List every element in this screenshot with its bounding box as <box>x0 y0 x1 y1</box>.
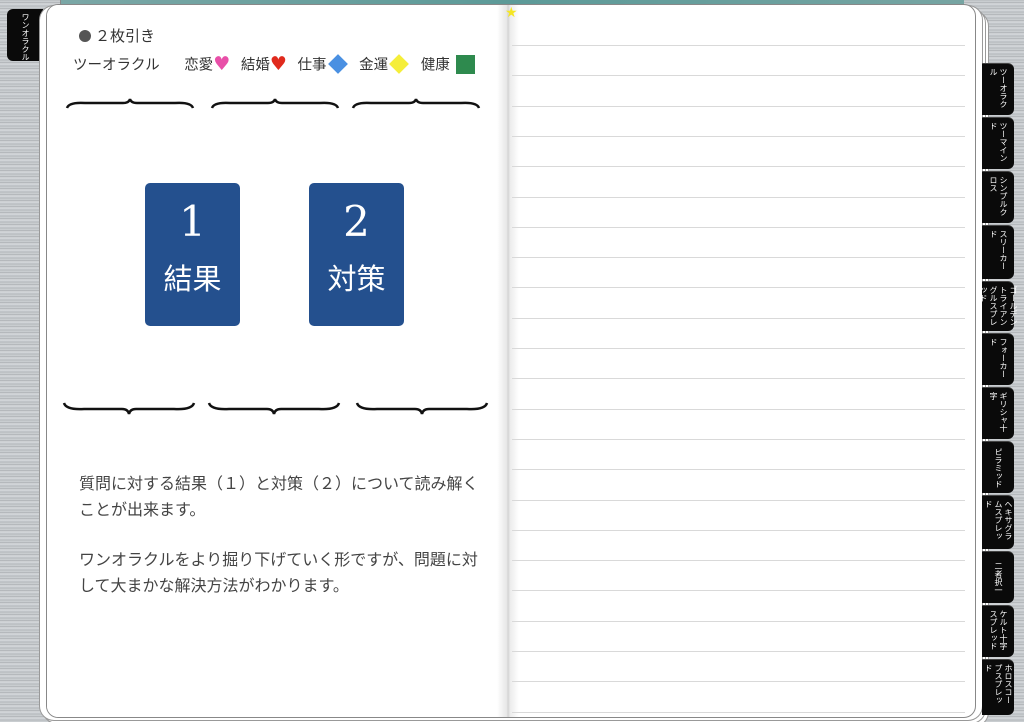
pink-heart-icon: ♥ <box>213 53 231 75</box>
ruled-line <box>512 560 965 561</box>
card-label: 対策 <box>327 262 386 296</box>
ruled-line <box>512 257 965 258</box>
description-paragraph: 質問に対する結果（１）と対策（２）について読み解くことが出来ます。 <box>79 474 479 519</box>
card-result[interactable]: 1 結果 <box>145 183 240 326</box>
bottom-brace-3 <box>355 402 489 415</box>
ruled-line <box>512 500 965 501</box>
card-label: 結果 <box>163 262 222 296</box>
bullet-icon <box>79 30 91 42</box>
ruled-line <box>512 106 965 107</box>
description: 質問に対する結果（１）と対策（２）について読み解くことが出来ます。 ワンオラクル… <box>79 471 479 623</box>
ruled-line <box>512 197 965 198</box>
ruled-line <box>512 712 965 713</box>
ruled-line <box>512 227 965 228</box>
ruled-line <box>512 469 965 470</box>
ruled-line <box>512 651 965 652</box>
ruled-line <box>512 681 965 682</box>
tab-item[interactable]: 二者択一 <box>982 551 1014 603</box>
description-paragraph: ワンオラクルをより掘り下げていく形ですが、問題に対して大まかな解決方法がわかりま… <box>79 550 478 595</box>
top-brace-1 <box>65 98 195 109</box>
ruled-line <box>512 166 965 167</box>
tab-one-oracle[interactable]: ワンオラクル <box>7 9 43 61</box>
ruled-line <box>512 348 965 349</box>
top-brace-2 <box>210 98 340 109</box>
spread-heading: ２枚引き <box>79 25 155 46</box>
category-legend: ツーオラクル 恋愛♥ 結婚♥ 仕事 金運 健康 <box>73 53 475 75</box>
tab-item[interactable]: フォーカード <box>982 333 1014 385</box>
card-number: 1 <box>179 197 206 246</box>
tab-item[interactable]: ケルト十字スプレッド <box>982 605 1014 657</box>
legend-work: 仕事 <box>297 57 327 74</box>
tab-item[interactable]: ホロスコープスプレッド <box>982 659 1014 715</box>
ruled-line <box>512 621 965 622</box>
ruled-line <box>512 287 965 288</box>
card-countermeasure[interactable]: 2 対策 <box>309 183 404 326</box>
right-ruled-page[interactable] <box>512 5 975 717</box>
ruled-line <box>512 45 965 46</box>
tab-item[interactable]: ゴールデントライアングルスプレッド <box>979 281 1018 331</box>
ruled-line <box>512 590 965 591</box>
legend-marriage: 結婚 <box>240 57 270 74</box>
tab-item[interactable]: ピラミッド <box>982 441 1014 493</box>
bottom-brace-2 <box>207 402 341 415</box>
ruled-line <box>512 530 965 531</box>
left-page: ２枚引き ツーオラクル 恋愛♥ 結婚♥ 仕事 金運 健康 1 結果 2 対策 質… <box>47 5 505 717</box>
notebook: ２枚引き ツーオラクル 恋愛♥ 結婚♥ 仕事 金運 健康 1 結果 2 対策 質… <box>46 4 976 718</box>
ruled-line <box>512 318 965 319</box>
bottom-brace-1 <box>62 402 196 415</box>
blue-diamond-icon <box>327 54 348 74</box>
ruled-line <box>512 378 965 379</box>
tab-item[interactable]: ヘキサグラムスプレッド <box>982 495 1014 549</box>
legend-title: ツーオラクル <box>73 57 160 74</box>
card-number: 2 <box>343 197 370 246</box>
tab-item[interactable]: シンプルクロス <box>982 171 1014 223</box>
legend-health: 健康 <box>420 57 450 74</box>
green-square-icon <box>455 54 475 74</box>
ruled-line <box>512 439 965 440</box>
legend-money: 金運 <box>359 57 389 74</box>
ruled-line <box>512 409 965 410</box>
red-heart-icon: ♥ <box>269 53 287 75</box>
tab-item[interactable]: ギリシャ十字 <box>982 387 1014 439</box>
yellow-diamond-icon <box>389 54 410 74</box>
ruled-line <box>512 136 965 137</box>
ruled-line <box>512 75 965 76</box>
top-brace-3 <box>351 98 481 109</box>
legend-love: 恋愛 <box>184 57 214 74</box>
tab-item[interactable]: ツーオラクル <box>982 63 1014 115</box>
tab-item[interactable]: スリーカード <box>982 225 1014 279</box>
tab-item[interactable]: ツーマインド <box>982 117 1014 169</box>
